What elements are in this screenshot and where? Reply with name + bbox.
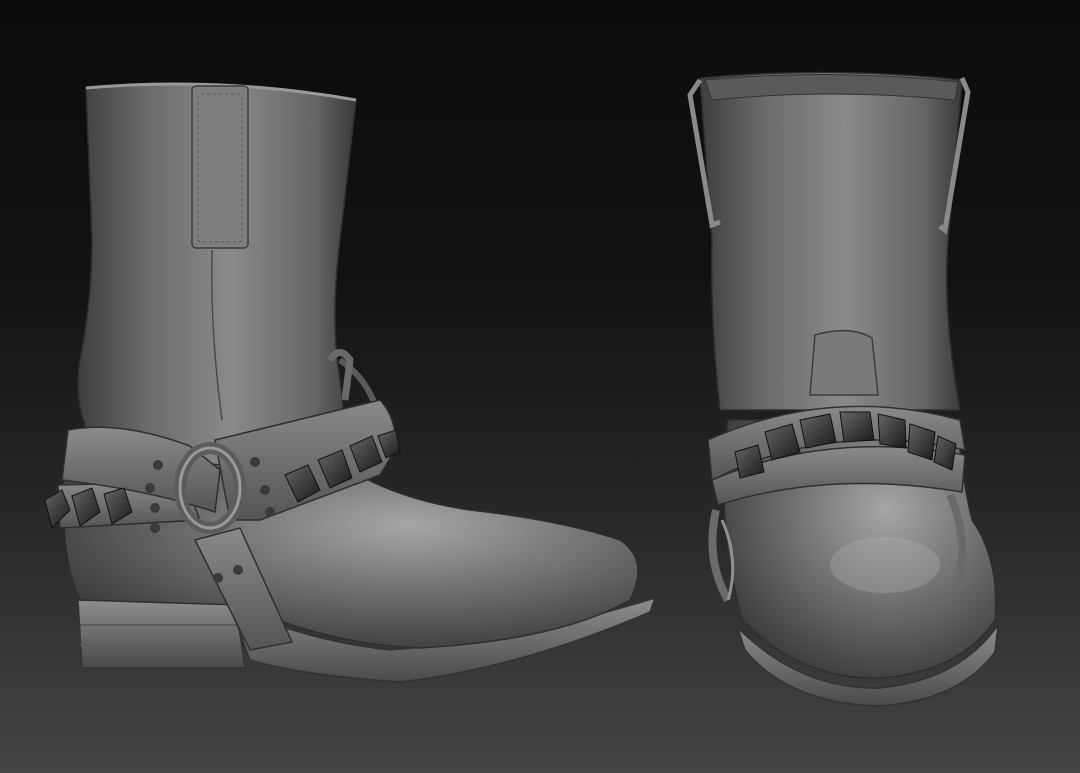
pull-tab [191, 85, 249, 249]
boot-side-view [44, 82, 657, 683]
boots-scene [44, 71, 999, 707]
boot-heel [77, 599, 246, 669]
front-heel-tab [809, 329, 879, 396]
render-viewport [0, 0, 1080, 773]
boot-front-view [687, 71, 999, 707]
